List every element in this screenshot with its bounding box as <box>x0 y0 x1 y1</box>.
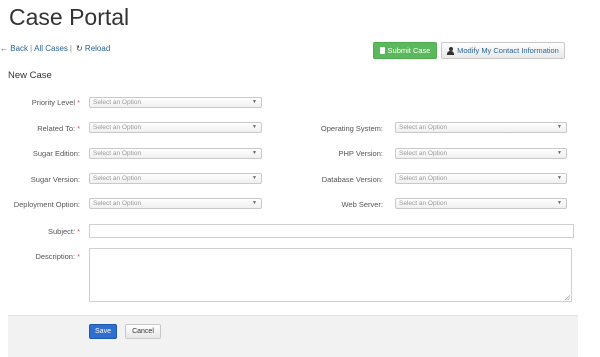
subject-input[interactable] <box>89 224 574 238</box>
refresh-icon: ↻ <box>75 44 83 53</box>
description-textarea[interactable] <box>89 248 572 302</box>
resize-handle-icon[interactable] <box>565 295 570 300</box>
chevron-down-icon: ▼ <box>252 175 257 181</box>
back-link-label: Back <box>10 44 29 53</box>
all-cases-link[interactable]: All Cases <box>34 44 68 53</box>
user-icon <box>447 46 455 55</box>
priority-level-select[interactable]: Select an Option ▼ <box>89 97 262 108</box>
modify-contact-label: Modify My Contact Information <box>457 46 559 55</box>
submit-case-button[interactable]: Submit Case <box>373 42 437 59</box>
modify-contact-button[interactable]: Modify My Contact Information <box>441 42 565 59</box>
related-to-select[interactable]: Select an Option ▼ <box>89 122 262 133</box>
submit-case-label: Submit Case <box>387 46 431 55</box>
related-to-label: Related To: * <box>37 124 80 133</box>
chevron-down-icon: ▼ <box>252 99 257 105</box>
breadcrumb-nav: ← Back | All Cases | ↻ Reload <box>0 44 110 53</box>
web-server-select[interactable]: Select an Option ▼ <box>395 198 567 209</box>
sugar-version-label: Sugar Version: <box>30 175 80 184</box>
document-icon <box>379 47 385 54</box>
back-arrow-icon: ← <box>0 44 8 53</box>
chevron-down-icon: ▼ <box>557 175 562 181</box>
operating-system-select[interactable]: Select an Option ▼ <box>395 122 567 133</box>
priority-level-label: Priority Level * <box>31 98 80 107</box>
deployment-option-label: Deployment Option: <box>13 200 80 209</box>
php-version-select[interactable]: Select an Option ▼ <box>395 148 567 159</box>
chevron-down-icon: ▼ <box>557 124 562 130</box>
chevron-down-icon: ▼ <box>557 200 562 206</box>
sugar-edition-select[interactable]: Select an Option ▼ <box>89 148 262 159</box>
database-version-select[interactable]: Select an Option ▼ <box>395 173 567 184</box>
php-version-label: PHP Version: <box>338 149 383 158</box>
nav-separator: | <box>69 44 72 53</box>
reload-link[interactable]: ↻ Reload <box>74 44 110 53</box>
chevron-down-icon: ▼ <box>252 150 257 156</box>
database-version-label: Database Version: <box>321 175 383 184</box>
cancel-button[interactable]: Cancel <box>125 324 161 339</box>
save-button[interactable]: Save <box>89 324 117 339</box>
chevron-down-icon: ▼ <box>557 150 562 156</box>
nav-separator: | <box>30 44 33 53</box>
section-title: New Case <box>8 70 52 81</box>
sugar-edition-label: Sugar Edition: <box>32 149 80 158</box>
description-label: Description: * <box>35 252 80 261</box>
reload-link-label: Reload <box>84 44 111 53</box>
subject-label: Subject: * <box>47 227 80 236</box>
chevron-down-icon: ▼ <box>252 200 257 206</box>
web-server-label: Web Server: <box>341 200 383 209</box>
chevron-down-icon: ▼ <box>252 124 257 130</box>
page-title: Case Portal <box>9 4 130 30</box>
operating-system-label: Operating System: <box>320 124 383 133</box>
back-link[interactable]: ← Back <box>0 44 28 53</box>
deployment-option-select[interactable]: Select an Option ▼ <box>89 198 262 209</box>
sugar-version-select[interactable]: Select an Option ▼ <box>89 173 262 184</box>
